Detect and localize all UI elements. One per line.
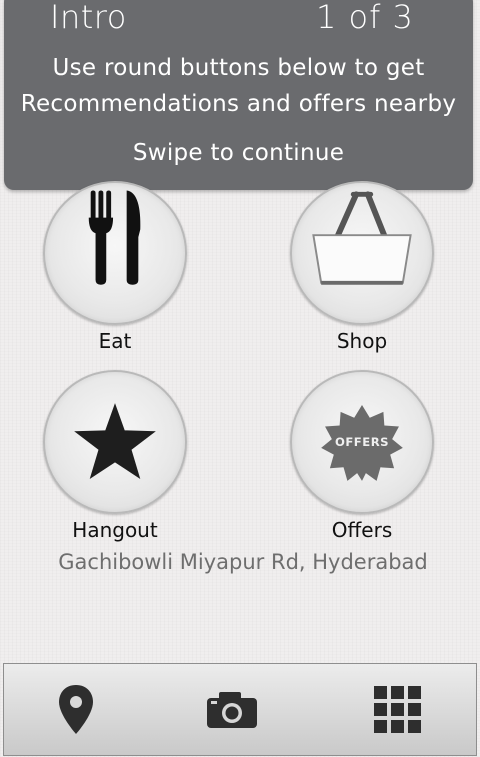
intro-line-2: Recommendations and offers nearby <box>20 91 457 117</box>
shop-button[interactable] <box>290 181 434 325</box>
location-button[interactable] <box>16 664 136 755</box>
camera-icon <box>207 691 257 728</box>
grid-menu-icon <box>374 685 421 733</box>
intro-swipe-hint: Swipe to continue <box>132 140 345 166</box>
hangout-label: Hangout <box>72 518 158 542</box>
camera-button[interactable] <box>172 664 292 755</box>
eat-button[interactable] <box>43 181 187 325</box>
offers-badge-icon: OFFERS <box>321 405 403 481</box>
intro-overlay[interactable]: Intro 1 of 3 Use round buttons below to … <box>4 0 473 190</box>
hangout-button[interactable] <box>43 370 187 514</box>
star-icon <box>74 403 156 479</box>
intro-page-counter: 1 of 3 <box>316 0 414 36</box>
current-location-text: Gachibowli Miyapur Rd, Hyderabad <box>58 550 428 574</box>
grid-menu-button[interactable] <box>338 664 458 755</box>
offers-badge-text: OFFERS <box>335 435 389 449</box>
intro-line-1: Use round buttons below to get <box>52 55 425 81</box>
shop-label: Shop <box>336 329 388 353</box>
intro-title: Intro <box>50 0 127 36</box>
location-pin-icon <box>59 684 93 734</box>
bottom-toolbar <box>3 663 477 756</box>
shopping-basket-icon <box>312 191 412 285</box>
offers-button[interactable]: OFFERS <box>290 370 434 514</box>
eat-label: Eat <box>98 329 132 353</box>
fork-knife-icon <box>88 190 141 285</box>
offers-label: Offers <box>331 518 393 542</box>
